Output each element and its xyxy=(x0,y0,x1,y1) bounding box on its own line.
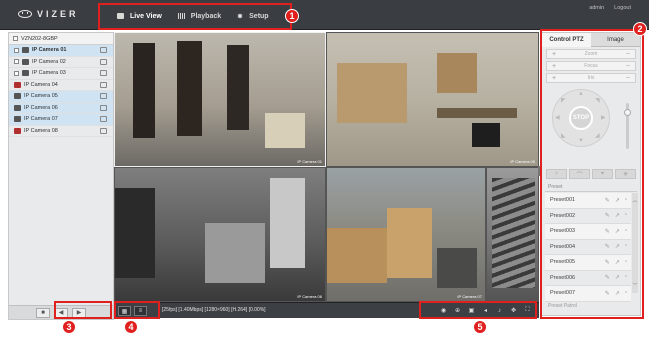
video-tile-1[interactable]: IP Camera 01 xyxy=(114,32,326,167)
video-grid: IP Camera 01 IP Camera 05 IP Camera 06 I… xyxy=(114,32,539,302)
shelf-shape xyxy=(115,188,155,278)
logo-mark-icon xyxy=(18,10,32,18)
monitor-shape xyxy=(472,123,500,147)
tile-camera-name: IP Camera 01 xyxy=(297,159,322,164)
camera-list-panel: VZN202-8GBP IP Camera 01 IP Camera 02 IP… xyxy=(8,32,114,320)
camera-item[interactable]: IP Camera 04 xyxy=(9,80,113,91)
stream-type-icon[interactable] xyxy=(100,58,107,65)
camera-checkbox[interactable] xyxy=(14,70,19,76)
shelf-shape xyxy=(227,45,249,130)
camera-label: IP Camera 08 xyxy=(24,127,58,134)
camera-checkbox[interactable] xyxy=(14,47,19,53)
stop-all-button[interactable]: ■ xyxy=(36,307,50,318)
box-shape xyxy=(265,113,305,148)
stream-info: [25fps] [1.40Mbps] [1280×960] [H.264] [0… xyxy=(162,307,266,313)
video-tile-5[interactable] xyxy=(486,167,539,302)
stream-type-icon[interactable] xyxy=(100,93,107,100)
camera-offline-icon xyxy=(14,81,21,88)
tile-camera-name: IP Camera 07 xyxy=(457,294,482,299)
camera-item[interactable]: IP Camera 06 xyxy=(9,102,113,114)
camera-icon xyxy=(22,47,29,54)
camera-icon xyxy=(22,58,29,65)
annotation-badge-4: 4 xyxy=(124,320,138,334)
video-tile-3[interactable]: IP Camera 06 xyxy=(114,167,326,302)
camera-icon xyxy=(14,93,21,100)
shelf-shape xyxy=(133,43,155,138)
stream-type-icon[interactable] xyxy=(100,127,107,134)
stream-type-icon[interactable] xyxy=(100,104,107,111)
camera-checkbox[interactable] xyxy=(14,59,19,65)
camera-label: IP Camera 06 xyxy=(24,104,58,111)
camera-icon xyxy=(14,104,21,111)
video-tile-2[interactable]: IP Camera 05 xyxy=(326,32,539,167)
boxes-shape xyxy=(387,208,432,278)
camera-item[interactable]: IP Camera 02 xyxy=(9,57,113,68)
annotation-box-layout xyxy=(114,301,160,319)
camera-label: IP Camera 07 xyxy=(24,116,58,123)
camera-item[interactable]: IP Camera 08 xyxy=(9,126,113,137)
staircase-shape xyxy=(492,178,535,288)
stream-type-icon[interactable] xyxy=(100,116,107,123)
boxes-shape xyxy=(205,223,265,283)
annotation-badge-5: 5 xyxy=(473,320,487,334)
logout-link[interactable]: Logout xyxy=(614,5,631,11)
annotation-badge-1: 1 xyxy=(285,9,299,23)
camera-label: IP Camera 04 xyxy=(24,81,58,88)
camera-item[interactable]: IP Camera 03 xyxy=(9,68,113,80)
tile-camera-name: IP Camera 06 xyxy=(297,294,322,299)
device-header[interactable]: VZN202-8GBP xyxy=(9,33,113,45)
camera-label: IP Camera 01 xyxy=(32,47,67,54)
user-area: admin Logout xyxy=(589,5,631,11)
camera-offline-icon xyxy=(14,127,21,134)
collapse-box-icon[interactable] xyxy=(13,36,18,41)
annotation-badge-3: 3 xyxy=(62,320,76,334)
shelf-shape xyxy=(177,41,202,136)
annotation-box-nav xyxy=(98,3,292,30)
logo-text: VIZER xyxy=(37,9,79,19)
boxes-shape xyxy=(270,178,305,268)
vizer-logo: VIZER xyxy=(18,9,79,19)
annotation-box-live-controls xyxy=(54,301,112,319)
annotation-badge-2: 2 xyxy=(633,22,647,36)
camera-list: IP Camera 01 IP Camera 02 IP Camera 03 I… xyxy=(9,45,113,137)
floor-shape xyxy=(437,248,477,288)
camera-item[interactable]: IP Camera 01 xyxy=(9,45,113,57)
camera-label: IP Camera 02 xyxy=(32,58,66,65)
annotation-box-ptz xyxy=(540,29,644,319)
desk-shape xyxy=(437,108,517,118)
video-tile-4[interactable]: IP Camera 07 xyxy=(326,167,486,302)
device-name: VZN202-8GBP xyxy=(21,35,58,42)
camera-item[interactable]: IP Camera 07 xyxy=(9,114,113,126)
stream-type-icon[interactable] xyxy=(100,81,107,88)
camera-icon xyxy=(14,116,21,123)
boxes-shape xyxy=(337,63,407,123)
camera-item[interactable]: IP Camera 05 xyxy=(9,91,113,103)
boxes-shape xyxy=(437,53,477,93)
boxes-shape xyxy=(327,228,387,283)
user-name[interactable]: admin xyxy=(589,5,604,11)
annotation-box-video-actions xyxy=(419,301,537,319)
camera-label: IP Camera 05 xyxy=(24,93,58,100)
stream-type-icon[interactable] xyxy=(100,70,107,77)
tile-camera-name: IP Camera 05 xyxy=(510,159,535,164)
stream-type-icon[interactable] xyxy=(100,47,107,54)
camera-icon xyxy=(22,70,29,77)
camera-label: IP Camera 03 xyxy=(32,70,66,77)
